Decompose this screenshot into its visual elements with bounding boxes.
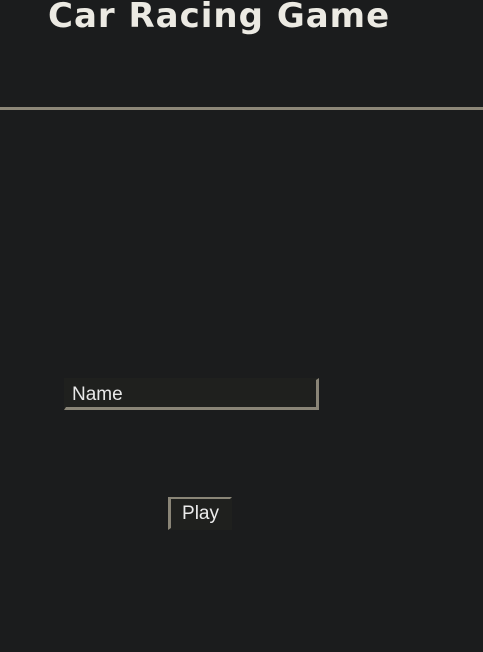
header-divider (0, 107, 483, 110)
name-input[interactable] (64, 378, 319, 410)
game-start-screen: Car Racing Game Play (0, 0, 483, 652)
play-button[interactable]: Play (168, 497, 232, 530)
page-title: Car Racing Game (48, 0, 391, 36)
